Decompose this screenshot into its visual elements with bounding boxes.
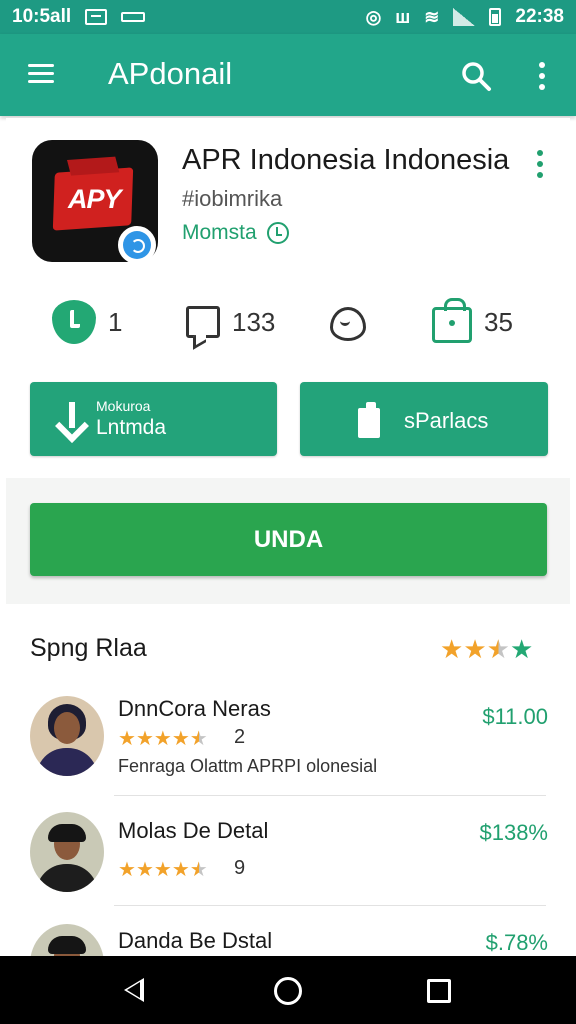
star-icon: ★	[463, 634, 487, 664]
avatar	[30, 696, 104, 776]
battery-icon	[489, 8, 502, 26]
shield-check-icon	[52, 300, 96, 344]
app-name: APR Indonesia Indonesia	[182, 144, 510, 176]
stat-installs[interactable]: 1	[52, 300, 122, 344]
app-logo-text: APY	[68, 184, 122, 214]
developer-name: Momsta	[182, 221, 257, 244]
section-title: Spng Rlaa	[30, 634, 147, 662]
stat-value: 1	[108, 306, 123, 337]
menu-icon[interactable]	[28, 64, 54, 84]
status-left: 10:5all	[12, 6, 146, 28]
back-icon[interactable]	[124, 978, 144, 1002]
download-button[interactable]: Mokuroa Lntmda	[30, 382, 277, 456]
chat-icon	[186, 306, 220, 338]
avatar	[30, 812, 104, 892]
review-price: $.78%	[485, 930, 548, 955]
signal-icon	[453, 8, 476, 26]
message-icon	[85, 9, 108, 25]
home-icon[interactable]	[274, 977, 302, 1005]
system-nav-bar	[0, 956, 576, 1024]
app-title: APdonail	[108, 56, 233, 91]
reviewer-name: Danda Be Dstal	[118, 928, 273, 953]
review-count: 9	[234, 857, 246, 879]
review-stars: ★★★★★	[118, 728, 208, 750]
share-button[interactable]: sParlacs	[300, 382, 548, 456]
star-half-icon: ★	[486, 634, 510, 664]
more-vert-icon[interactable]	[532, 60, 552, 92]
vibrate-icon: ш	[395, 6, 411, 27]
review-count: 2	[234, 726, 246, 748]
stat-value: 133	[232, 306, 276, 337]
primary-action-button[interactable]: UNDA	[30, 503, 547, 576]
status-time-left: 10:5all	[12, 6, 72, 27]
row-divider	[114, 905, 546, 906]
stat-favorite[interactable]	[328, 300, 366, 344]
row-divider	[114, 795, 546, 796]
heart-icon	[328, 305, 366, 341]
app-handle: #iobimrika	[182, 186, 283, 211]
download-label: Lntmda	[96, 416, 167, 439]
review-stars: ★★★★★	[118, 859, 208, 881]
review-price: $11.00	[482, 704, 548, 729]
wifi-icon: ≋	[424, 6, 440, 27]
search-icon[interactable]	[460, 60, 492, 92]
download-sublabel: Mokuroa	[96, 398, 151, 414]
screen: 10:5all ◎ ш ≋ 22:38 APdonail APY APR Ind…	[0, 0, 576, 1024]
app-more-icon[interactable]	[532, 150, 548, 180]
share-icon	[356, 402, 386, 438]
download-icon	[56, 402, 88, 438]
share-label: sParlacs	[404, 408, 489, 433]
app-bar: APdonail	[0, 34, 576, 116]
bag-icon	[432, 298, 472, 343]
recent-apps-icon[interactable]	[427, 979, 451, 1003]
review-item[interactable]: Molas De Detal $138% ★★★★★ 9	[6, 798, 570, 906]
status-right: ◎ ш ≋ 22:38	[366, 6, 564, 28]
review-price: $138%	[479, 820, 548, 845]
star-icon: ★	[509, 634, 534, 664]
stat-comments[interactable]: 133	[186, 300, 275, 344]
star-icon: ★	[440, 634, 464, 664]
notification-icon	[121, 12, 146, 22]
reviewer-name: Molas De Detal	[118, 818, 269, 843]
alarm-icon: ◎	[365, 6, 382, 27]
reviewer-name: DnnCora Neras	[118, 696, 271, 721]
status-time-right: 22:38	[515, 6, 564, 27]
developer-link[interactable]: Momsta	[182, 221, 289, 245]
avatar	[30, 924, 104, 956]
verified-badge-icon	[118, 226, 156, 264]
review-text: Fenraga Olattm APRPI olonesial	[118, 756, 378, 776]
stat-value: 35	[484, 306, 513, 337]
primary-action-label: UNDA	[253, 525, 324, 553]
review-item[interactable]: Danda Be Dstal $.78%	[6, 910, 570, 956]
rating-summary-stars: ★★★★	[440, 634, 533, 665]
review-item[interactable]: DnnCora Neras $11.00 ★★★★★ 2 Fenraga Ola…	[6, 688, 570, 796]
clock-icon	[266, 222, 289, 244]
status-bar: 10:5all ◎ ш ≋ 22:38	[0, 0, 576, 34]
stat-purchases[interactable]: 35	[432, 298, 513, 344]
